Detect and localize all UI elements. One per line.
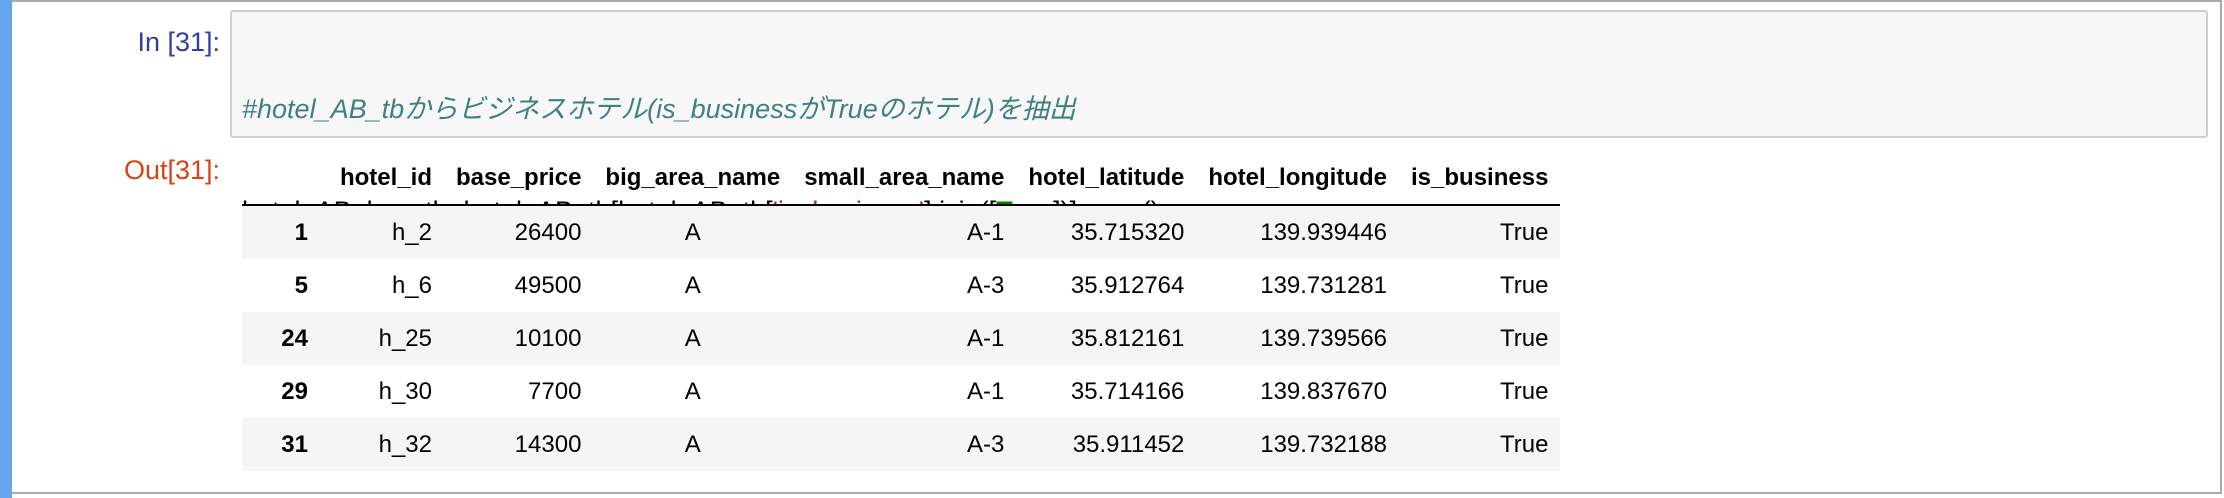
table-row: 5 h_6 49500 A A-3 35.912764 139.731281 T… [242,259,1561,312]
cell-hotel-id: h_2 [391,218,432,246]
cell-big-area-name: A [684,324,701,352]
column-header-big-area-name: big_area_name [593,152,793,206]
table-row: 1 h_2 26400 A A-1 35.715320 139.939446 T… [242,205,1561,259]
column-header-hotel-longitude: hotel_longitude [1196,152,1400,206]
cell-small-area-name: A-1 [966,324,1005,352]
row-index: 29 [281,377,308,405]
table-row: 31 h_32 14300 A A-3 35.911452 139.732188… [242,418,1561,471]
column-header-index [242,152,320,206]
cell-is-business: True [1499,430,1549,458]
cell-hotel-latitude: 35.714166 [1070,377,1185,405]
cell-is-business: True [1499,271,1549,299]
row-index: 24 [281,324,308,352]
cell-hotel-id: h_25 [378,324,432,352]
output-prompt: Out[31]: [123,155,220,185]
row-index: 5 [294,271,308,299]
cell-selected-indicator [0,0,12,498]
column-header-is-business: is_business [1399,152,1561,206]
cell-is-business: True [1499,377,1549,405]
cell-hotel-latitude: 35.912764 [1070,271,1185,299]
cell-hotel-longitude: 139.739566 [1260,324,1388,352]
column-header-hotel-latitude: hotel_latitude [1016,152,1197,206]
table-row: 29 h_30 7700 A A-1 35.714166 139.837670 … [242,365,1561,418]
code-line-comment: #hotel_AB_tbからビジネスホテル(is_businessがTrueのホ… [242,92,1160,126]
cell-small-area-name: A-3 [966,271,1005,299]
cell-hotel-latitude: 35.911452 [1072,430,1185,458]
cell-big-area-name: A [684,377,701,405]
cell-hotel-id: h_30 [378,377,432,405]
cell-base-price: 10100 [514,324,582,352]
cell-big-area-name: A [684,218,701,246]
column-header-small-area-name: small_area_name [792,152,1017,206]
cell-big-area-name: A [684,271,701,299]
cell-base-price: 14300 [514,430,582,458]
cell-hotel-id: h_32 [378,430,432,458]
notebook-cell[interactable]: In [31]: #hotel_AB_tbからビジネスホテル(is_busine… [0,0,2224,498]
cell-base-price: 26400 [514,218,582,246]
row-index: 31 [281,430,308,458]
row-index: 1 [294,218,308,246]
code-comment: #hotel_AB_tbからビジネスホテル(is_businessがTrueのホ… [242,94,1076,124]
cell-hotel-latitude: 35.715320 [1070,218,1185,246]
cell-base-price: 49500 [514,271,582,299]
dataframe-table: hotel_id base_price big_area_name small_… [242,152,1561,471]
cell-hotel-longitude: 139.939446 [1260,218,1388,246]
cell-is-business: True [1499,324,1549,352]
cell-hotel-latitude: 35.812161 [1070,324,1185,352]
cell-base-price: 7700 [528,377,582,405]
input-prompt: In [31]: [137,27,220,57]
cell-hotel-longitude: 139.837670 [1260,377,1388,405]
cell-hotel-id: h_6 [391,271,432,299]
cell-hotel-longitude: 139.731281 [1260,271,1388,299]
column-header-hotel-id: hotel_id [320,152,444,206]
cell-is-business: True [1499,218,1549,246]
code-editor[interactable]: #hotel_AB_tbからビジネスホテル(is_businessがTrueのホ… [230,10,2208,328]
cell-small-area-name: A-1 [966,377,1005,405]
table-row: 24 h_25 10100 A A-1 35.812161 139.739566… [242,312,1561,365]
table-header-row: hotel_id base_price big_area_name small_… [242,152,1561,206]
column-header-base-price: base_price [444,152,594,206]
cell-small-area-name: A-1 [966,218,1005,246]
cell-hotel-longitude: 139.732188 [1260,430,1388,458]
cell-small-area-name: A-3 [966,430,1005,458]
cell-big-area-name: A [684,430,701,458]
